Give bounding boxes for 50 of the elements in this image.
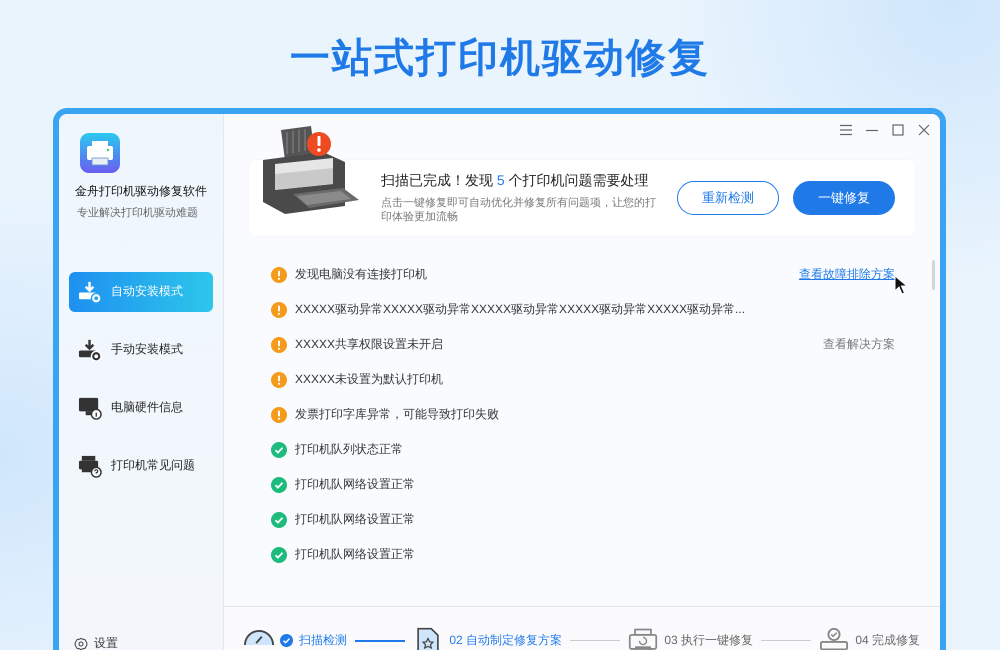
download-icon bbox=[77, 338, 103, 362]
result-text: 打印机队网络设置正常 bbox=[295, 546, 416, 563]
app-subtitle: 专业解决打印机驱动难题 bbox=[77, 206, 199, 220]
settings-label[interactable]: 设置 bbox=[94, 635, 118, 650]
nav-item[interactable]: 自动安装模式 bbox=[69, 272, 213, 312]
printer-logo-icon bbox=[80, 133, 120, 173]
troubleshoot-link[interactable]: 查看故障排除方案 bbox=[799, 266, 895, 283]
step-label: 04 完成修复 bbox=[855, 632, 920, 649]
check-icon bbox=[271, 442, 287, 458]
scrollbar-thumb[interactable] bbox=[932, 260, 935, 290]
result-text: 打印机队网络设置正常 bbox=[295, 511, 416, 528]
result-text: 发现电脑没有连接打印机 bbox=[295, 266, 428, 283]
result-text: 打印机队列状态正常 bbox=[295, 441, 404, 458]
monitor-icon bbox=[77, 396, 103, 420]
mouse-pointer-icon bbox=[894, 275, 908, 295]
check-icon bbox=[271, 546, 287, 562]
printer-question-icon bbox=[77, 454, 103, 478]
nav-item[interactable]: 打印机常见问题 bbox=[69, 446, 213, 486]
repair-button[interactable]: 一键修复 bbox=[793, 181, 895, 215]
result-text: XXXXX驱动异常XXXXX驱动异常XXXXX驱动异常XXXXX驱动异常XXXXX驱动异常... bbox=[295, 301, 746, 318]
check-icon bbox=[271, 476, 287, 492]
printer-icon bbox=[628, 626, 658, 650]
result-text: XXXXX共享权限设置未开启 bbox=[295, 336, 444, 353]
step-label: 02 自动制定修复方案 bbox=[449, 632, 562, 649]
gauge-icon bbox=[244, 630, 274, 646]
result-text: 发票打印字库异常，可能导致打印失败 bbox=[295, 406, 500, 423]
close-icon[interactable] bbox=[918, 124, 930, 136]
nav-item[interactable]: 手动安装模式 bbox=[69, 330, 213, 370]
warning-icon bbox=[271, 302, 287, 318]
warning-icon bbox=[271, 406, 287, 422]
scan-summary-description: 点击一键修复即可自动优化并修复所有问题项，让您的打印体验更加流畅 bbox=[381, 196, 657, 224]
warning-icon bbox=[271, 266, 287, 282]
rescan-button[interactable]: 重新检测 bbox=[677, 181, 779, 215]
result-text: 打印机队网络设置正常 bbox=[295, 476, 416, 493]
maximize-icon[interactable] bbox=[892, 124, 904, 136]
warning-icon bbox=[271, 372, 287, 388]
solution-link[interactable]: 查看解决方案 bbox=[823, 336, 895, 353]
check-icon bbox=[271, 512, 287, 528]
step-label: 扫描检测 bbox=[299, 632, 347, 649]
page-headline: 一站式打印机驱动修复 bbox=[289, 35, 711, 78]
download-gear-icon bbox=[77, 280, 103, 304]
nav-item[interactable]: 电脑硬件信息 bbox=[69, 388, 213, 428]
scan-summary-title: 扫描已完成！发现 5 个打印机问题需要处理 bbox=[381, 172, 650, 190]
step-label: 03 执行一键修复 bbox=[664, 632, 753, 649]
result-text: XXXXX未设置为默认打印机 bbox=[295, 371, 444, 388]
menu-icon[interactable] bbox=[840, 124, 852, 136]
stamp-check-icon bbox=[819, 626, 850, 650]
warning-icon bbox=[271, 336, 287, 352]
app-name: 金舟打印机驱动修复软件 bbox=[75, 183, 208, 200]
settings-icon[interactable] bbox=[74, 636, 88, 650]
